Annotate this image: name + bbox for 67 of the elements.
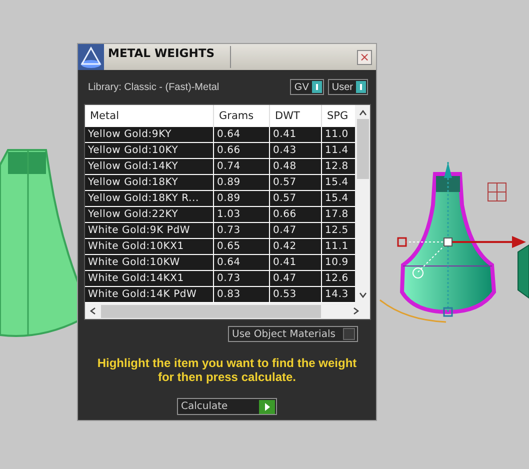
table-cell: 0.89	[214, 175, 270, 191]
use-object-materials-toggle[interactable]: Use Object Materials	[228, 326, 358, 342]
close-button[interactable]: ×	[357, 50, 372, 64]
scroll-right-icon[interactable]	[352, 306, 360, 316]
vase-model[interactable]	[400, 172, 496, 314]
scroll-down-icon[interactable]	[358, 291, 368, 299]
table-cell: White Gold:10KX1	[85, 239, 214, 255]
table-cell: Yellow Gold:18KY R...	[85, 191, 214, 207]
table-cell: 12.8	[322, 159, 356, 175]
table-cell: 11.0	[322, 127, 356, 143]
table-cell: 0.41	[270, 255, 322, 271]
table-cell: 11.4	[322, 143, 356, 159]
play-icon	[259, 400, 275, 414]
table-cell: White Gold:10KW	[85, 255, 214, 271]
table-cell: 0.64	[214, 127, 270, 143]
table-cell: 0.66	[270, 207, 322, 223]
library-label: Library: Classic - (Fast)-Metal	[88, 82, 220, 92]
table-cell: 0.47	[270, 271, 322, 287]
table-cell: White Gold:9K PdW	[85, 223, 214, 239]
table-cell: 0.57	[270, 175, 322, 191]
toggle-button[interactable]: User	[328, 79, 368, 95]
scroll-left-icon[interactable]	[89, 306, 97, 316]
table-cell: 0.74	[214, 159, 270, 175]
table-cell: Yellow Gold:18KY	[85, 175, 214, 191]
table-cell: 0.57	[270, 191, 322, 207]
table-cell: 14.3	[322, 287, 356, 303]
table-cell: 12.6	[322, 271, 356, 287]
vertical-scrollbar[interactable]	[355, 105, 370, 303]
table-cell: 0.42	[270, 239, 322, 255]
table-cell: 0.53	[270, 287, 322, 303]
table-cell: 0.48	[270, 159, 322, 175]
table-cell: White Gold:14K PdW	[85, 287, 214, 303]
horizontal-scrollbar[interactable]	[85, 303, 370, 319]
table-cell: Yellow Gold:22KY	[85, 207, 214, 223]
model-edge	[518, 244, 529, 299]
table-cell: 0.73	[214, 271, 270, 287]
table-cell: 0.43	[270, 143, 322, 159]
table-cell: 12.5	[322, 223, 356, 239]
title-bar[interactable]: METAL WEIGHTS ×	[78, 44, 376, 70]
table-cell: 0.65	[214, 239, 270, 255]
scroll-thumb[interactable]	[101, 304, 321, 318]
table-cell: Yellow Gold:9KY	[85, 127, 214, 143]
table-cell: 0.66	[214, 143, 270, 159]
table-cell: 17.8	[322, 207, 356, 223]
grid-icon	[488, 182, 506, 202]
table-cell: 0.83	[214, 287, 270, 303]
cone-icon	[78, 44, 104, 70]
table-cell: 15.4	[322, 191, 356, 207]
instruction-text: Highlight the item you want to find the weight for then press calculate.	[96, 356, 358, 384]
toggle-button[interactable]: GV	[290, 79, 324, 95]
window-title: METAL WEIGHTS	[108, 46, 216, 60]
table-cell: 10.9	[322, 255, 356, 271]
scroll-thumb[interactable]	[356, 119, 369, 179]
table-cell: 1.03	[214, 207, 270, 223]
table-cell: 15.4	[322, 175, 356, 191]
table-cell: 0.47	[270, 223, 322, 239]
table-cell: 11.1	[322, 239, 356, 255]
table-cell: 0.73	[214, 223, 270, 239]
table-cell: 0.89	[214, 191, 270, 207]
table-cell: Yellow Gold:14KY	[85, 159, 214, 175]
table-cell: Yellow Gold:10KY	[85, 143, 214, 159]
transform-gizmo-drawing[interactable]	[380, 162, 526, 323]
table-cell: White Gold:14KX1	[85, 271, 214, 287]
calculate-button[interactable]: Calculate	[177, 398, 277, 415]
scroll-up-icon[interactable]	[358, 109, 368, 117]
table-cell: 0.41	[270, 127, 322, 143]
table-cell: 0.64	[214, 255, 270, 271]
